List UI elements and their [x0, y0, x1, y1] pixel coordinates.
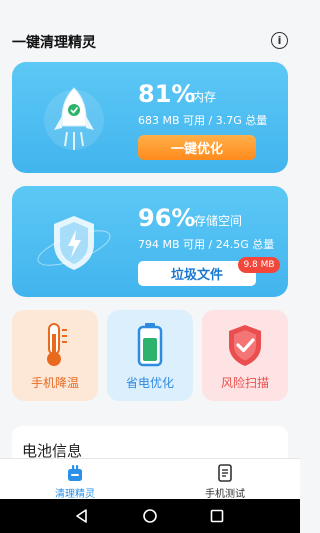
one-click-optimize-button[interactable]: 一键优化: [138, 135, 256, 160]
tab-cleaner-label: 清理精灵: [55, 489, 95, 500]
cleaner-icon: [66, 464, 84, 482]
recent-apps-icon[interactable]: [208, 507, 226, 525]
shield-check-icon: [225, 322, 265, 368]
storage-card: 96% 存储空间 794 MB 可用 / 24.5G 总量 垃圾文件 9.8 M…: [12, 186, 288, 297]
tab-phone-test-label: 手机测试: [205, 489, 245, 500]
rocket-icon: [30, 80, 120, 160]
phone-cooling-label: 手机降温: [30, 376, 79, 390]
risk-scan-label: 风险扫描: [220, 376, 269, 390]
memory-percent: 81%: [138, 80, 196, 108]
app-header: 一键清理精灵 i: [0, 0, 300, 58]
info-button[interactable]: i: [271, 32, 288, 49]
phone-test-icon: [216, 464, 234, 482]
app-title: 一键清理精灵: [12, 35, 96, 51]
risk-scan-tile[interactable]: 风险扫描: [202, 310, 288, 401]
info-icon: i: [277, 34, 282, 47]
battery-icon: [130, 322, 170, 368]
phone-cooling-tile[interactable]: 手机降温: [12, 310, 98, 401]
home-icon[interactable]: [141, 507, 159, 525]
back-icon[interactable]: [73, 507, 91, 525]
thermometer-icon: [35, 322, 75, 368]
power-saving-label: 省电优化: [125, 376, 174, 390]
power-saving-tile[interactable]: 省电优化: [107, 310, 193, 401]
bottom-tab-bar: 清理精灵 手机测试: [0, 458, 300, 500]
tab-cleaner[interactable]: 清理精灵: [0, 459, 150, 500]
system-nav-bar: [0, 499, 300, 533]
memory-detail: 683 MB 可用 / 3.7G 总量: [138, 114, 268, 127]
storage-detail: 794 MB 可用 / 24.5G 总量: [138, 238, 275, 251]
shield-lightning-icon: [30, 204, 120, 284]
junk-size-badge: 9.8 MB: [238, 257, 280, 273]
storage-percent: 96%: [138, 204, 196, 232]
tab-phone-test[interactable]: 手机测试: [150, 459, 300, 500]
storage-label: 存储空间: [194, 214, 243, 228]
memory-label: 内存: [192, 90, 217, 104]
memory-card: 81% 内存 683 MB 可用 / 3.7G 总量 一键优化: [12, 62, 288, 173]
